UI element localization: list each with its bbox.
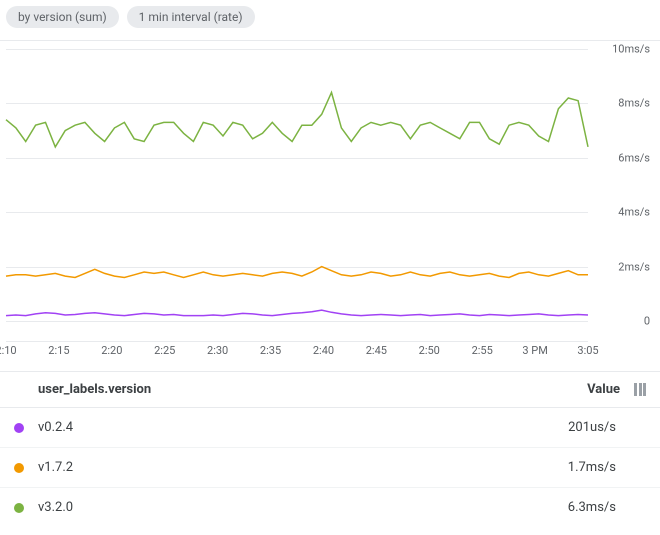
legend-series-column-header: user_labels.version — [38, 382, 151, 397]
chip-aggregation[interactable]: by version (sum) — [6, 6, 119, 28]
y-axis-label: 6ms/s — [618, 151, 650, 164]
legend-series-name: v3.2.0 — [38, 500, 568, 515]
chip-interval[interactable]: 1 min interval (rate) — [127, 6, 255, 28]
x-axis-label: 3 PM — [522, 344, 547, 357]
x-axis-label: 2:15 — [48, 344, 69, 357]
chart-plot[interactable]: 02ms/s4ms/s6ms/s8ms/s10ms/s — [6, 49, 588, 321]
legend-value-column-header: Value — [587, 382, 634, 397]
x-axis-label: 2:55 — [472, 344, 493, 357]
legend-series-value: 201us/s — [568, 420, 646, 435]
x-axis-label: 2:25 — [154, 344, 175, 357]
x-axis-label: 2:50 — [419, 344, 440, 357]
y-axis-label: 0 — [644, 315, 650, 328]
series-line-v0.2.4 — [6, 310, 588, 316]
series-swatch — [14, 503, 24, 513]
x-axis-label: 2:35 — [260, 344, 281, 357]
chart-area: 0 2ms/s 4ms/s 6ms/s 8ms/s 10ms/s — [0, 41, 660, 341]
series-swatch — [14, 423, 24, 433]
legend-row[interactable]: v3.2.06.3ms/s — [0, 488, 660, 527]
legend-table: user_labels.version Value v0.2.4201us/sv… — [0, 371, 660, 527]
legend-series-name: v1.7.2 — [38, 460, 568, 475]
legend-row[interactable]: v0.2.4201us/s — [0, 408, 660, 448]
series-swatch — [14, 463, 24, 473]
legend-series-value: 1.7ms/s — [568, 460, 646, 475]
x-axis-label: 2:30 — [207, 344, 228, 357]
filter-chip-row: by version (sum) 1 min interval (rate) — [0, 0, 660, 41]
y-axis-label: 4ms/s — [618, 206, 650, 219]
y-axis-label: 2ms/s — [618, 260, 650, 273]
gridline — [6, 321, 588, 322]
chart-x-axis: 2:102:152:202:252:302:352:402:452:502:55… — [6, 341, 588, 359]
legend-header: user_labels.version Value — [0, 372, 660, 408]
series-line-v3.2.0 — [6, 93, 588, 147]
legend-row[interactable]: v1.7.21.7ms/s — [0, 448, 660, 488]
columns-icon[interactable] — [634, 383, 646, 396]
x-axis-label: 2:20 — [101, 344, 122, 357]
x-axis-label: 2:45 — [366, 344, 387, 357]
y-axis-label: 10ms/s — [612, 43, 650, 56]
x-axis-label: 2:10 — [0, 344, 17, 357]
legend-series-value: 6.3ms/s — [568, 500, 646, 515]
y-axis-label: 8ms/s — [618, 97, 650, 110]
x-axis-label: 2:40 — [313, 344, 334, 357]
x-axis-label: 3:05 — [577, 344, 598, 357]
series-line-v1.7.2 — [6, 267, 588, 278]
legend-series-name: v0.2.4 — [38, 420, 568, 435]
